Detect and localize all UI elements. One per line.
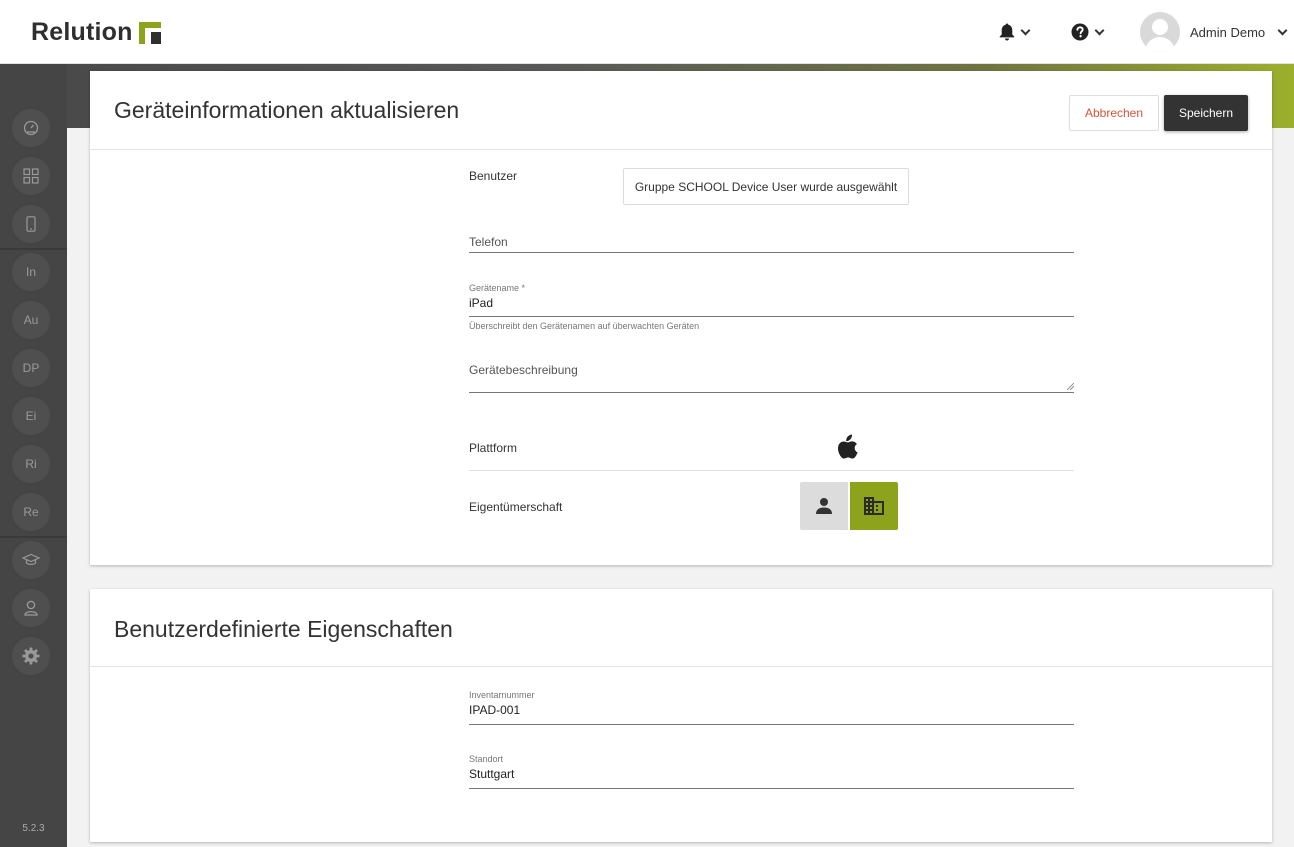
sidebar-item-label: Re [23, 505, 39, 519]
smartphone-icon [26, 216, 36, 232]
apple-icon [838, 434, 858, 459]
sidebar-item-dp[interactable]: DP [12, 349, 50, 387]
user-icon [24, 600, 38, 616]
user-menu[interactable]: Admin Demo [1140, 12, 1288, 52]
phone-field[interactable]: Telefon [469, 233, 1074, 253]
sidebar: In Au DP Ei Ri Re 5.2.3 [0, 64, 67, 847]
sidebar-item-ei[interactable]: Ei [12, 397, 50, 435]
person-icon [816, 498, 832, 514]
grid-icon [23, 168, 39, 184]
top-bar: Relution Admin Demo [0, 0, 1294, 64]
location-value: Stuttgart [469, 767, 515, 781]
app-version: 5.2.3 [22, 823, 45, 834]
save-button[interactable]: Speichern [1164, 95, 1248, 131]
card-header: Benutzerdefinierte Eigenschaften [90, 589, 1272, 667]
description-placeholder: Gerätebeschreibung [469, 363, 578, 377]
sidebar-item-re[interactable]: Re [12, 493, 50, 531]
relution-logo[interactable]: Relution [31, 18, 161, 47]
phone-placeholder: Telefon [469, 235, 508, 249]
sidebar-item-in[interactable]: In [12, 253, 50, 291]
sidebar-item-au[interactable]: Au [12, 301, 50, 339]
location-label: Standort [469, 754, 504, 764]
sidebar-item-label: Au [23, 313, 39, 327]
ownership-label: Eigentümerschaft [469, 500, 563, 514]
cancel-button[interactable]: Abbrechen [1069, 95, 1159, 131]
device-name-hint: Überschreibt den Gerätenamen auf überwac… [469, 321, 700, 331]
logo-text: Relution [31, 18, 133, 46]
help-menu[interactable] [1071, 20, 1105, 44]
graduation-cap-icon [22, 553, 40, 565]
sidebar-item-users[interactable] [12, 589, 50, 627]
custom-properties-title: Benutzerdefinierte Eigenschaften [114, 616, 453, 642]
chevron-down-icon [1020, 25, 1031, 35]
question-circle-icon [1071, 23, 1089, 41]
sidebar-item-label: Ei [25, 409, 37, 423]
logo-mark-icon [138, 21, 161, 44]
user-label: Benutzer [469, 169, 518, 183]
device-description-field[interactable]: Gerätebeschreibung [469, 361, 1074, 393]
inventory-number-value: IPAD-001 [469, 703, 521, 717]
building-icon [864, 497, 884, 515]
sidebar-item-education[interactable] [12, 541, 50, 579]
inventory-number-label: Inventarnummer [469, 690, 535, 700]
resize-handle-icon[interactable] [1067, 383, 1074, 390]
bell-icon [999, 23, 1015, 41]
sidebar-item-devices[interactable] [12, 205, 50, 243]
sidebar-item-label: In [25, 265, 36, 279]
divider [469, 470, 1074, 471]
platform-label: Plattform [469, 441, 518, 455]
notifications-menu[interactable] [999, 20, 1031, 44]
device-info-card: Geräteinformationen aktualisieren Abbrec… [90, 71, 1272, 565]
sidebar-item-dashboard[interactable] [12, 109, 50, 147]
card-header: Geräteinformationen aktualisieren Abbrec… [90, 71, 1272, 150]
sidebar-item-label: Ri [25, 457, 37, 471]
sidebar-divider [0, 536, 67, 538]
custom-properties-card: Benutzerdefinierte Eigenschaften Inventa… [90, 589, 1272, 842]
device-name-field[interactable]: Gerätename * iPad [469, 283, 1074, 317]
chevron-down-icon [1277, 25, 1288, 35]
user-group-select-button[interactable]: Gruppe SCHOOL Device User wurde ausgewäh… [623, 168, 909, 205]
sidebar-item-settings[interactable] [12, 637, 50, 675]
user-name: Admin Demo [1190, 24, 1266, 40]
page-title: Geräteinformationen aktualisieren [114, 97, 460, 123]
sidebar-item-label: DP [22, 361, 40, 375]
sidebar-item-ri[interactable]: Ri [12, 445, 50, 483]
sidebar-divider [0, 248, 67, 250]
ownership-personal-toggle[interactable] [800, 482, 848, 530]
device-name-label: Gerätename * [469, 283, 526, 293]
device-name-value: iPad [469, 296, 494, 310]
ownership-company-toggle[interactable] [850, 482, 898, 530]
location-field[interactable]: Standort Stuttgart [469, 754, 1074, 789]
dashboard-gauge-icon [23, 120, 39, 136]
gear-icon [22, 647, 40, 665]
chevron-down-icon [1094, 25, 1105, 35]
inventory-number-field[interactable]: Inventarnummer IPAD-001 [469, 690, 1074, 725]
avatar [1140, 12, 1180, 52]
sidebar-item-apps[interactable] [12, 157, 50, 195]
